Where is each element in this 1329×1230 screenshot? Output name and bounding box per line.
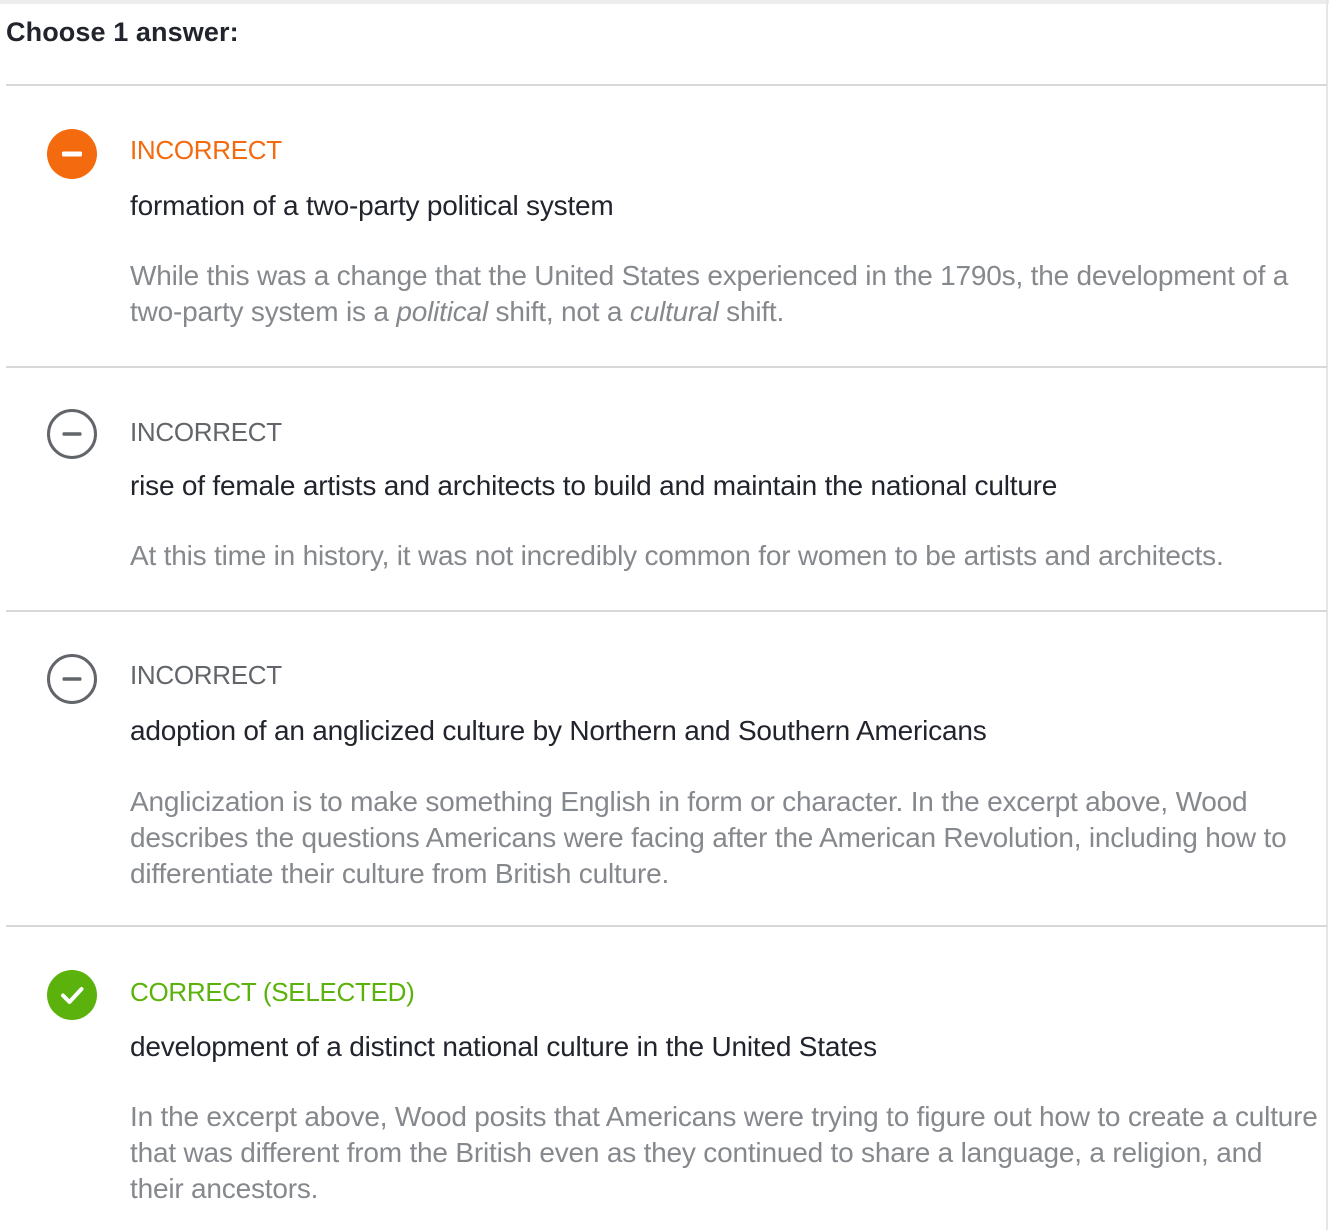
option-status-label: CORRECT (SELECTED) (130, 977, 415, 1007)
right-border (1326, 0, 1328, 1230)
option-status-label: INCORRECT (130, 417, 282, 447)
option-answer-text: development of a distinct national cultu… (130, 1031, 877, 1062)
option-answer-text: rise of female artists and architects to… (130, 470, 1058, 501)
option-answer-text: adoption of an anglicized culture by Nor… (130, 715, 987, 746)
answer-option-4[interactable]: CORRECT (SELECTED) development of a dist… (0, 927, 1326, 1230)
option-rationale-text: In the excerpt above, Wood posits that A… (130, 1101, 1318, 1204)
checkmark-circle-filled-icon (46, 969, 98, 1021)
choose-answer-prompt: Choose 1 answer: (6, 17, 239, 47)
answer-option-2[interactable]: INCORRECT rise of female artists and arc… (0, 368, 1326, 610)
answer-option-1[interactable]: INCORRECT formation of a two-party polit… (0, 86, 1326, 366)
minus-circle-outline-icon (46, 408, 98, 460)
option-status-label: INCORRECT (130, 135, 282, 165)
minus-circle-outline-icon (46, 653, 98, 705)
minus-circle-filled-icon (46, 128, 98, 180)
option-rationale-text: While this was a change that the United … (130, 260, 1289, 327)
top-border (0, 0, 1329, 4)
option-status-label: INCORRECT (130, 660, 282, 690)
option-rationale-text: Anglicization is to make something Engli… (130, 786, 1287, 889)
answer-option-3[interactable]: INCORRECT adoption of an anglicized cult… (0, 612, 1326, 925)
option-rationale-text: At this time in history, it was not incr… (130, 540, 1224, 571)
option-answer-text: formation of a two-party political syste… (130, 190, 614, 221)
